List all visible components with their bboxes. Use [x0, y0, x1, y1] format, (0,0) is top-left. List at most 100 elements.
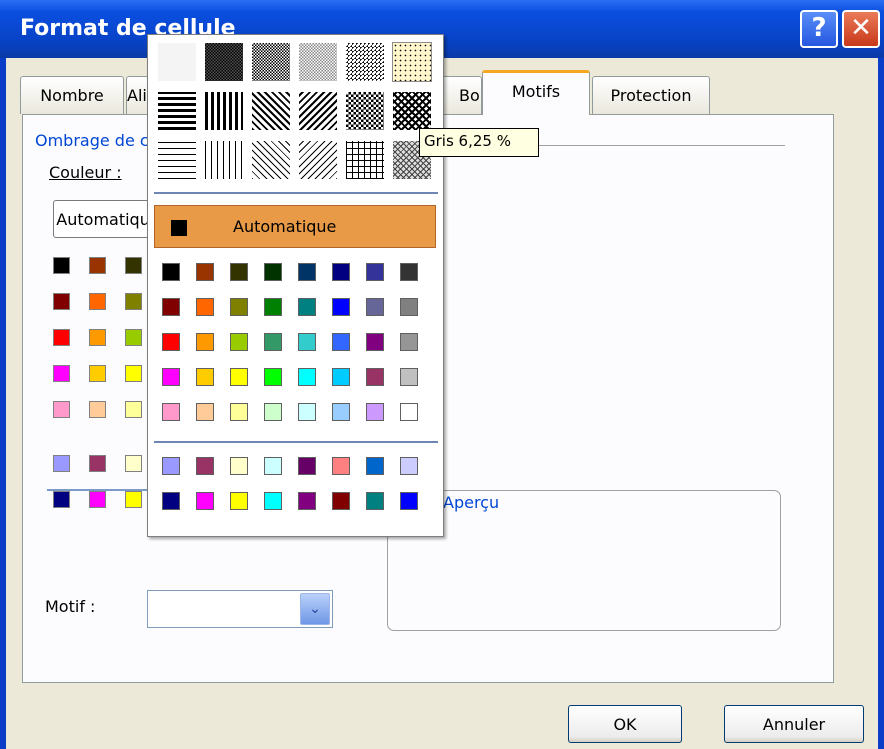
color-swatch-main-2-0[interactable] — [53, 329, 70, 346]
color-swatch-main-4-0[interactable] — [53, 401, 70, 418]
color-swatch-extra-1-1[interactable] — [89, 491, 106, 508]
pattern-color-main-1-7[interactable] — [400, 298, 418, 316]
color-swatch-main-4-2[interactable] — [125, 401, 142, 418]
pattern-color-main-1-2[interactable] — [230, 298, 248, 316]
pattern-color-main-2-3[interactable] — [264, 333, 282, 351]
color-swatch-main-1-0[interactable] — [53, 293, 70, 310]
ok-button[interactable]: OK — [568, 705, 682, 743]
pattern-option-rdiag-thick[interactable] — [252, 92, 290, 130]
pattern-color-extra-1-0[interactable] — [162, 492, 180, 510]
pattern-option-v-stripe-thin[interactable] — [205, 141, 243, 179]
pattern-color-extra-1-6[interactable] — [366, 492, 384, 510]
pattern-color-extra-0-6[interactable] — [366, 457, 384, 475]
pattern-color-main-2-4[interactable] — [298, 333, 316, 351]
pattern-color-main-1-1[interactable] — [196, 298, 214, 316]
cancel-button[interactable]: Annuler — [724, 705, 864, 743]
pattern-color-main-3-5[interactable] — [332, 368, 350, 386]
pattern-color-main-3-7[interactable] — [400, 368, 418, 386]
pattern-color-extra-1-2[interactable] — [230, 492, 248, 510]
pattern-color-main-2-6[interactable] — [366, 333, 384, 351]
tab-protection[interactable]: Protection — [592, 76, 710, 114]
pattern-color-main-3-1[interactable] — [196, 368, 214, 386]
pattern-color-main-0-0[interactable] — [162, 263, 180, 281]
color-swatch-main-0-2[interactable] — [125, 257, 142, 274]
pattern-option-udiag-thick[interactable] — [299, 92, 337, 130]
pattern-color-main-1-3[interactable] — [264, 298, 282, 316]
pattern-color-main-0-4[interactable] — [298, 263, 316, 281]
tab-nombre[interactable]: Nombre — [20, 76, 124, 114]
color-swatch-main-4-1[interactable] — [89, 401, 106, 418]
pattern-color-main-2-1[interactable] — [196, 333, 214, 351]
help-button[interactable]: ? — [800, 10, 838, 48]
pattern-color-extra-1-1[interactable] — [196, 492, 214, 510]
pattern-color-main-4-6[interactable] — [366, 403, 384, 421]
color-swatch-main-1-2[interactable] — [125, 293, 142, 310]
pattern-color-extra-0-5[interactable] — [332, 457, 350, 475]
pattern-color-main-2-5[interactable] — [332, 333, 350, 351]
color-swatch-main-3-2[interactable] — [125, 365, 142, 382]
pattern-option-h-stripe-thick[interactable] — [158, 92, 196, 130]
color-swatch-extra-1-0[interactable] — [53, 491, 70, 508]
pattern-color-extra-0-0[interactable] — [162, 457, 180, 475]
pattern-color-extra-0-1[interactable] — [196, 457, 214, 475]
pattern-color-extra-1-4[interactable] — [298, 492, 316, 510]
color-swatch-extra-0-0[interactable] — [53, 455, 70, 472]
pattern-option-diag-cross-thick[interactable] — [346, 92, 384, 130]
color-swatch-main-0-0[interactable] — [53, 257, 70, 274]
pattern-option-v-stripe-thick[interactable] — [205, 92, 243, 130]
pattern-color-extra-0-2[interactable] — [230, 457, 248, 475]
pattern-color-main-2-0[interactable] — [162, 333, 180, 351]
pattern-color-main-0-3[interactable] — [264, 263, 282, 281]
color-swatch-extra-0-2[interactable] — [125, 455, 142, 472]
pattern-color-main-4-7[interactable] — [400, 403, 418, 421]
pattern-color-extra-0-7[interactable] — [400, 457, 418, 475]
pattern-color-main-3-4[interactable] — [298, 368, 316, 386]
pattern-automatic-option[interactable]: Automatique — [154, 205, 436, 248]
pattern-color-main-1-6[interactable] — [366, 298, 384, 316]
pattern-option-grid-thin[interactable] — [346, 141, 384, 179]
color-swatch-main-3-1[interactable] — [89, 365, 106, 382]
pattern-color-extra-1-7[interactable] — [400, 492, 418, 510]
pattern-color-extra-1-5[interactable] — [332, 492, 350, 510]
pattern-color-main-4-1[interactable] — [196, 403, 214, 421]
pattern-option-rdiag-thin[interactable] — [252, 141, 290, 179]
color-swatch-extra-0-1[interactable] — [89, 455, 106, 472]
close-button[interactable]: ✕ — [842, 10, 880, 48]
chevron-down-icon[interactable]: ⌄ — [300, 593, 330, 625]
pattern-color-main-1-0[interactable] — [162, 298, 180, 316]
color-swatch-main-2-1[interactable] — [89, 329, 106, 346]
pattern-color-main-4-3[interactable] — [264, 403, 282, 421]
pattern-option-gray25[interactable] — [299, 43, 337, 81]
pattern-color-main-3-0[interactable] — [162, 368, 180, 386]
pattern-option-thick-diag-crosshatch[interactable] — [393, 92, 431, 130]
pattern-option-gray12-5[interactable] — [346, 43, 384, 81]
pattern-color-extra-0-3[interactable] — [264, 457, 282, 475]
pattern-option-gray75[interactable] — [205, 43, 243, 81]
pattern-option-udiag-thin[interactable] — [299, 141, 337, 179]
pattern-option-h-stripe-thin[interactable] — [158, 141, 196, 179]
pattern-color-main-3-6[interactable] — [366, 368, 384, 386]
color-swatch-main-3-0[interactable] — [53, 365, 70, 382]
pattern-color-main-1-4[interactable] — [298, 298, 316, 316]
pattern-color-main-4-4[interactable] — [298, 403, 316, 421]
pattern-color-main-1-5[interactable] — [332, 298, 350, 316]
pattern-color-extra-1-3[interactable] — [264, 492, 282, 510]
pattern-color-main-0-2[interactable] — [230, 263, 248, 281]
pattern-color-main-3-2[interactable] — [230, 368, 248, 386]
pattern-color-main-3-3[interactable] — [264, 368, 282, 386]
pattern-color-main-0-5[interactable] — [332, 263, 350, 281]
pattern-color-main-0-7[interactable] — [400, 263, 418, 281]
pattern-color-main-4-0[interactable] — [162, 403, 180, 421]
pattern-color-main-2-7[interactable] — [400, 333, 418, 351]
color-swatch-main-1-1[interactable] — [89, 293, 106, 310]
pattern-color-main-4-2[interactable] — [230, 403, 248, 421]
pattern-combo[interactable]: ⌄ — [147, 590, 333, 628]
pattern-color-main-4-5[interactable] — [332, 403, 350, 421]
pattern-color-main-0-6[interactable] — [366, 263, 384, 281]
color-swatch-extra-1-2[interactable] — [125, 491, 142, 508]
pattern-color-main-2-2[interactable] — [230, 333, 248, 351]
pattern-option-gray6-25[interactable] — [392, 42, 432, 82]
color-swatch-main-2-2[interactable] — [125, 329, 142, 346]
pattern-color-extra-0-4[interactable] — [298, 457, 316, 475]
color-swatch-main-0-1[interactable] — [89, 257, 106, 274]
